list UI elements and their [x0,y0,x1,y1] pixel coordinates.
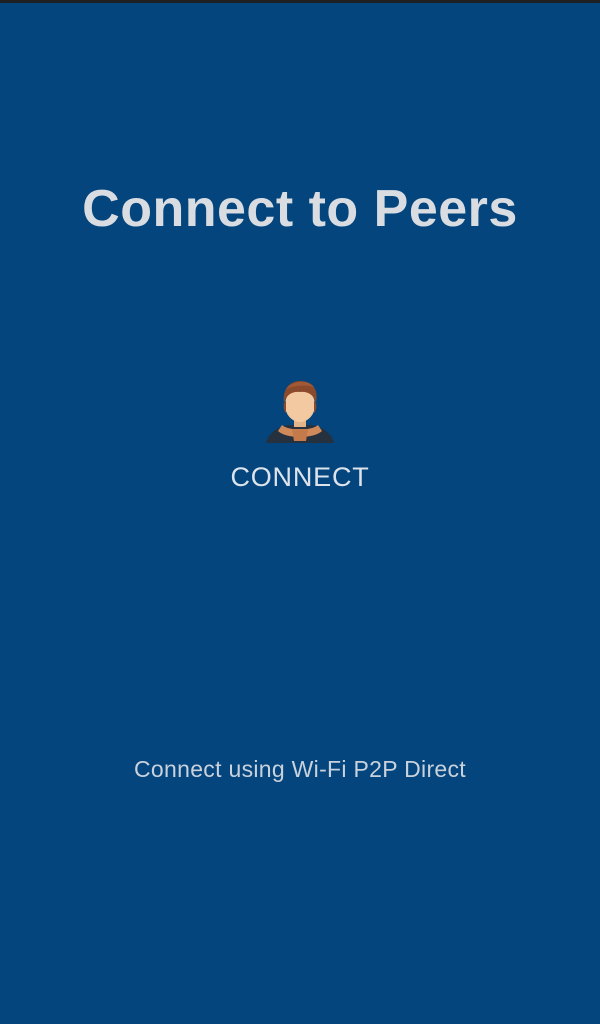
connect-button[interactable]: CONNECT [200,375,400,503]
connect-screen: Connect to Peers CONNECT Connect using W… [0,3,600,1024]
page-title: Connect to Peers [82,180,518,238]
person-avatar-icon[interactable] [264,375,336,445]
connect-button-label[interactable]: CONNECT [200,461,400,493]
wifi-p2p-caption: Connect using Wi-Fi P2P Direct [134,756,466,782]
